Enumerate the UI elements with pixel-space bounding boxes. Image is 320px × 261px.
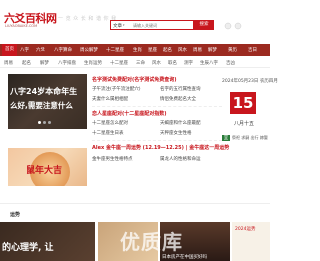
article-title[interactable]: Alex 金牛座一周运势 (12.19—12.25) | 金牛座这一周运势: [92, 144, 229, 151]
carousel-dot[interactable]: [48, 121, 51, 124]
main-nav: 首页 八字 六爻 八字算命 周公解梦 十二星座 生肖 星座 起名 风水 周易 解…: [0, 44, 270, 56]
nav-item-huangli[interactable]: 黄历: [228, 47, 237, 53]
header-icon-row: [224, 22, 242, 30]
almanac-widget: 2024年05月23日 农历四月 15 八月十五 宜 祭祀 求嗣 出行 嫁娶: [222, 72, 278, 152]
site-header: 六爻百科网 LIUYAOBAIKE.COM 一 览 众 长 和 谐 你 我 文章…: [0, 0, 270, 36]
feature-card-caption[interactable]: 日本房产在中国买好吗: [162, 254, 207, 260]
nav-item-jiemeng[interactable]: 解梦: [208, 47, 217, 53]
hero-banner[interactable]: 八字24岁本命年生 么好,需要注意什么: [8, 74, 87, 129]
nav-item-bazi[interactable]: 八字: [20, 47, 29, 53]
logo-subtext: LIUYAOBAIKE.COM: [5, 24, 38, 28]
star-icon: [234, 22, 242, 30]
header-slogan: 一 览 众 长 和 谐 你 我: [58, 16, 117, 22]
header-icons: [224, 22, 264, 32]
article-link[interactable]: 子午流注(子午流注配穴): [92, 86, 141, 92]
subnav-item[interactable]: 生肖运势: [84, 60, 102, 66]
article-link[interactable]: 十二星座生日表: [92, 130, 124, 136]
subnav-item[interactable]: 八字排盘: [58, 60, 76, 66]
article-link[interactable]: 天秤座女生性格: [160, 130, 192, 136]
nav-item-bazi-suanming[interactable]: 八字算命: [54, 47, 72, 53]
sub-nav: 周易 起名 解梦 八字排盘 生肖运势 十二星座 三命 风水 取名 测字 生辰八字…: [0, 58, 270, 68]
calendar-lunar: 八月十五: [234, 121, 255, 127]
nav-item-qiming[interactable]: 起名: [163, 47, 172, 53]
feature-card-title: 的心理学, 让: [2, 243, 54, 253]
calendar-date: 2024年05月23日 农历四月: [222, 79, 278, 84]
nav-item-home[interactable]: 首页: [2, 44, 17, 56]
subnav-item[interactable]: 周易: [4, 60, 13, 66]
subnav-item[interactable]: 解梦: [40, 60, 49, 66]
subnav-item[interactable]: 起名: [22, 60, 31, 66]
carousel-dot[interactable]: [38, 121, 41, 124]
user-icon: [224, 22, 232, 30]
article-link[interactable]: 天蝎座和什么座最配: [160, 120, 201, 126]
search-input[interactable]: [133, 21, 189, 29]
search-category-select[interactable]: 文章: [113, 23, 122, 29]
section-heading: 运势: [10, 212, 21, 218]
article-link[interactable]: 十二星座怎么配对: [92, 120, 128, 126]
calendar-yi-text: 祭祀 求嗣 出行 嫁娶: [232, 135, 268, 140]
calendar-day: 15: [230, 92, 256, 114]
subnav-item[interactable]: 生辰八字: [200, 60, 218, 66]
carousel-dot[interactable]: [43, 121, 46, 124]
subnav-item[interactable]: 吉凶: [226, 60, 235, 66]
subnav-item[interactable]: 三命: [136, 60, 145, 66]
nav-item-shengxiao[interactable]: 生肖: [133, 47, 142, 53]
article-link[interactable]: 夫妻什么属相相配: [92, 96, 128, 102]
article-link[interactable]: 属龙人的性格和命运: [160, 156, 201, 162]
section-divider: [0, 203, 270, 217]
article-title[interactable]: 名字测试免费配对(名字测试免费查询): [92, 76, 177, 83]
subnav-item[interactable]: 十二星座: [110, 60, 128, 66]
subnav-item[interactable]: 测字: [184, 60, 193, 66]
nav-item-fengshui[interactable]: 风水: [178, 47, 187, 53]
nav-item-xingzuo[interactable]: 星座: [148, 47, 157, 53]
divider: [92, 106, 222, 107]
site-logo[interactable]: 六爻百科网 LIUYAOBAIKE.COM: [4, 10, 64, 30]
banner-headline-2: 么好,需要注意什么: [10, 101, 73, 110]
search-button[interactable]: 搜索: [194, 20, 214, 30]
subnav-item[interactable]: 风水: [152, 60, 161, 66]
watermark-text: 优质库: [120, 230, 183, 254]
article-link[interactable]: 情侣免费起名大全: [160, 96, 196, 102]
article-link[interactable]: 名字的五行属性查询: [160, 86, 201, 92]
feature-card[interactable]: 的心理学, 让: [0, 222, 95, 261]
calendar-yi-badge: 宜: [222, 135, 230, 141]
nav-item-zodiac12[interactable]: 十二星座: [106, 47, 124, 53]
divider: [92, 140, 222, 141]
nav-item-dream[interactable]: 周公解梦: [80, 47, 98, 53]
promo-banner[interactable]: 鼠年大吉: [8, 148, 87, 186]
article-title[interactable]: 恋人星座配对(十二星座配对指数): [92, 110, 167, 117]
feature-card-caption: 2024运势: [235, 227, 256, 232]
promo-text: 鼠年大吉: [26, 166, 63, 176]
article-link[interactable]: 金牛座男生性格特点: [92, 156, 133, 162]
nav-item-zhouyi[interactable]: 周易: [193, 47, 202, 53]
chevron-down-icon: ▾: [123, 23, 125, 27]
search-box: 文章 ▾: [110, 20, 194, 30]
subnav-item[interactable]: 取名: [168, 60, 177, 66]
carousel-dots[interactable]: [38, 120, 53, 126]
nav-item-liuyao[interactable]: 六爻: [36, 47, 45, 53]
nav-item-jiri[interactable]: 吉日: [248, 47, 257, 53]
feature-card[interactable]: 2024运势: [232, 222, 270, 261]
banner-headline-1: 八字24岁本命年生: [10, 87, 78, 96]
